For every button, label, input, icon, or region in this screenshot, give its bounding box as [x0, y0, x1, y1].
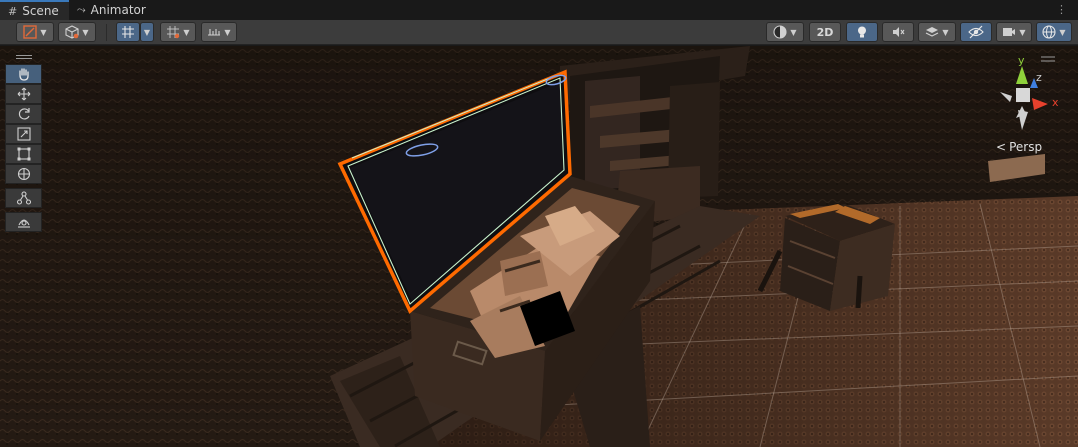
gizmo-menu-icon[interactable] — [1040, 52, 1056, 66]
snap-icon — [167, 26, 180, 39]
perspective-icon: < — [996, 140, 1007, 154]
toolbar-separator — [106, 24, 107, 41]
tab-scene-label: Scene — [22, 4, 59, 18]
transform-icon — [17, 167, 30, 181]
globe-icon — [1042, 25, 1056, 39]
ruler-icon — [208, 29, 221, 36]
grid-snap-icon — [122, 26, 134, 38]
component-tool-button[interactable] — [5, 212, 42, 232]
bone-tool-icon — [16, 191, 31, 205]
projection-label: Persp — [1009, 140, 1043, 154]
scene-tools-overlay — [5, 52, 42, 232]
scale-icon — [16, 127, 31, 141]
window-tab-bar: # Scene ⤳ Animator ⋮ — [0, 0, 1078, 20]
gizmo-x-label: x — [1052, 96, 1059, 109]
grid-options-dropdown[interactable]: ▼ — [140, 22, 154, 42]
scale-tool-button[interactable] — [5, 124, 42, 144]
gizmos-dropdown[interactable]: ▼ — [1036, 22, 1072, 42]
rotate-icon — [18, 108, 30, 120]
gizmo-negx-cone[interactable] — [1000, 92, 1012, 102]
effects-dropdown[interactable]: ▼ — [918, 22, 956, 42]
scene-render[interactable] — [0, 46, 1078, 447]
gizmo-z-label: z — [1036, 71, 1042, 84]
view-tool-button[interactable] — [5, 64, 42, 84]
orientation-gizmo[interactable]: y z x — [992, 52, 1066, 152]
chevron-down-icon: ▼ — [942, 27, 949, 37]
chevron-down-icon: ▼ — [143, 27, 151, 37]
gizmo-negy-cone[interactable] — [1018, 110, 1028, 130]
snap-increment-dropdown[interactable]: ▼ — [160, 22, 196, 42]
render-mode-dropdown[interactable]: ▼ — [58, 22, 96, 42]
shaded-icon — [23, 25, 38, 39]
eye-hidden-icon — [968, 25, 984, 39]
grid-icon: # — [8, 4, 18, 18]
mode-2d-button[interactable]: 2D — [809, 22, 841, 42]
animator-icon: ⤳ — [76, 3, 86, 16]
cube-icon — [65, 25, 79, 39]
audio-toggle-button[interactable] — [882, 22, 914, 42]
chevron-down-icon: ▼ — [1059, 27, 1066, 37]
tab-animator-label: Animator — [90, 3, 146, 17]
audio-muted-icon — [893, 27, 905, 37]
gizmo-center-cube[interactable] — [1016, 88, 1030, 102]
chevron-down-icon: ▼ — [790, 27, 797, 37]
camera-settings-dropdown[interactable]: ▼ — [996, 22, 1032, 42]
gizmo-y-label: y — [1018, 54, 1025, 67]
chevron-down-icon: ▼ — [1019, 27, 1026, 37]
shading-mode-dropdown[interactable]: ▼ — [766, 22, 804, 42]
tab-animator[interactable]: ⤳ Animator — [69, 0, 156, 20]
scene-toolbar: ▼ ▼ ▼ ▼ ▼ ▼ 2D ▼ ▼ ▼ — [0, 20, 1078, 45]
move-tool-button[interactable] — [5, 84, 42, 104]
chevron-down-icon: ▼ — [183, 27, 190, 37]
rotate-tool-button[interactable] — [5, 104, 42, 124]
gizmo-x-cone[interactable] — [1032, 98, 1048, 110]
hidden-objects-toggle-button[interactable] — [960, 22, 992, 42]
tab-scene[interactable]: # Scene — [0, 0, 69, 20]
tab-menu-icon[interactable]: ⋮ — [1056, 3, 1068, 16]
draw-mode-dropdown[interactable]: ▼ — [16, 22, 54, 42]
lighting-toggle-button[interactable] — [846, 22, 878, 42]
projection-toggle[interactable]: < Persp — [996, 140, 1042, 154]
chevron-down-icon: ▼ — [224, 27, 231, 37]
camera-icon — [1003, 28, 1016, 36]
transform-tool-button[interactable] — [5, 164, 42, 184]
scene-viewport[interactable] — [0, 46, 1078, 447]
layers-icon — [926, 27, 939, 37]
sphere-icon — [773, 25, 787, 39]
grid-toggle-button[interactable] — [116, 22, 140, 42]
increment-snap-dropdown[interactable]: ▼ — [201, 22, 237, 42]
rect-transform-icon — [17, 147, 30, 161]
chevron-down-icon: ▼ — [40, 27, 47, 37]
lightbulb-icon — [858, 26, 866, 38]
collider-edit-icon — [17, 219, 30, 228]
overlay-grip-icon[interactable] — [5, 52, 42, 62]
rect-tool-button[interactable] — [5, 144, 42, 164]
hand-icon — [18, 68, 29, 81]
chevron-down-icon: ▼ — [82, 27, 89, 37]
move-icon — [17, 87, 30, 101]
gizmo-y-cone[interactable] — [1016, 66, 1028, 84]
custom-tool-button[interactable] — [5, 188, 42, 208]
